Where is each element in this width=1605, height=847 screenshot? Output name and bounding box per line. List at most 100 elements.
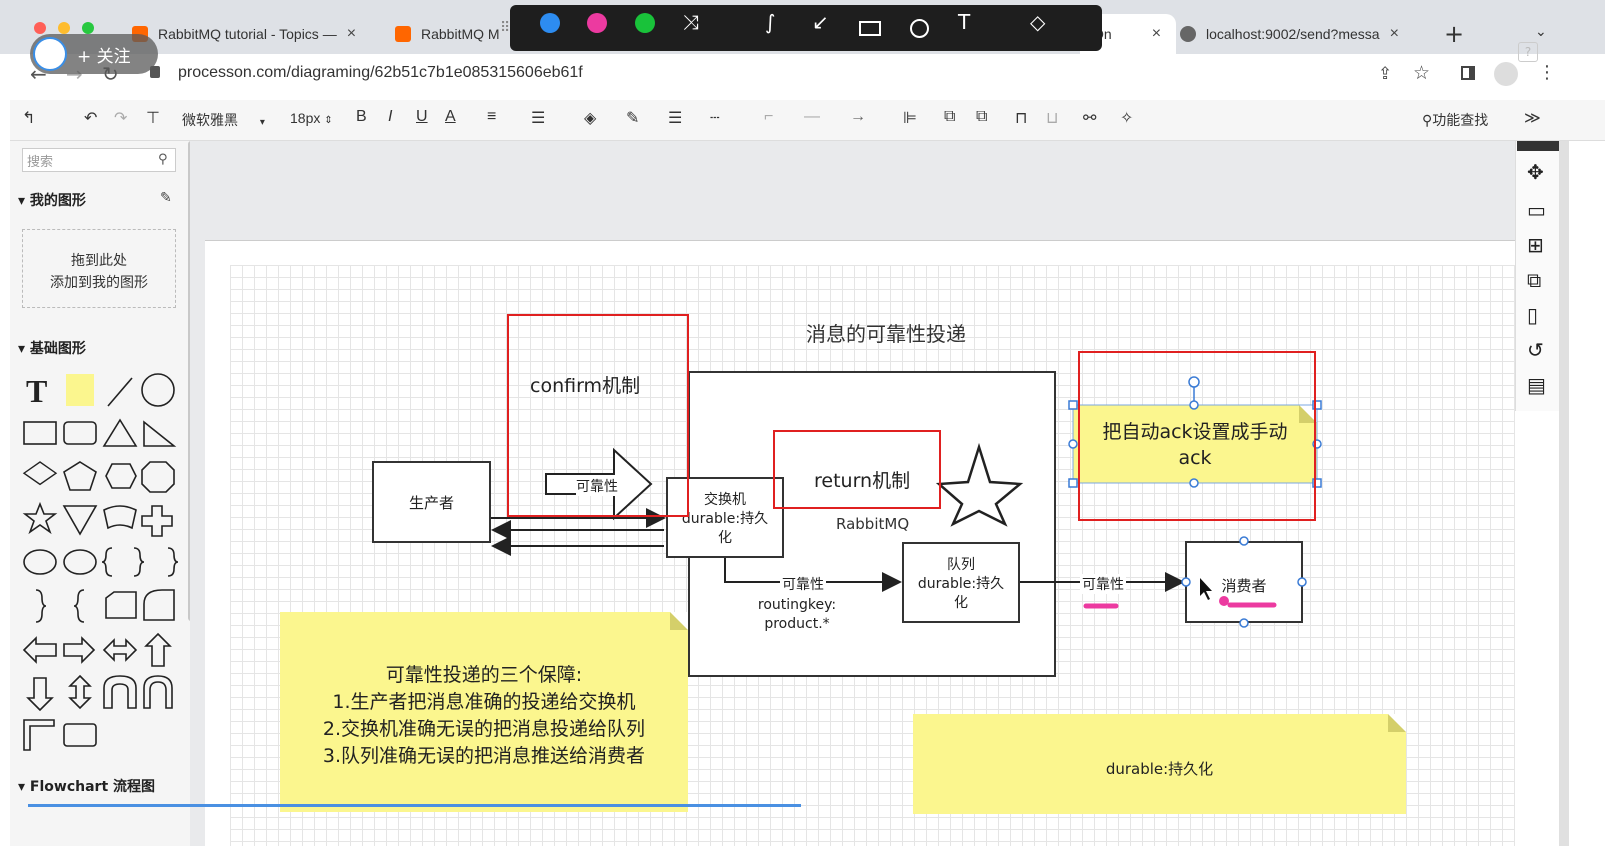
navigator-icon[interactable]: ✥ (1527, 160, 1544, 184)
arch-shape[interactable] (143, 675, 173, 709)
inverted-triangle-shape[interactable] (62, 505, 98, 536)
line-type-icon[interactable]: — (804, 108, 820, 126)
history-icon[interactable]: ↺ (1527, 338, 1544, 362)
window-minimize-button[interactable] (58, 22, 70, 34)
video-progress-bar[interactable] (28, 804, 801, 807)
left-arrow-shape[interactable] (22, 636, 57, 664)
bracket-right-shape[interactable] (35, 589, 47, 623)
flowchart-header[interactable]: ▾ Flowchart 流程图 (18, 776, 155, 796)
brace-pair-shape[interactable] (133, 547, 145, 577)
tab-rabbitmq-tutorial[interactable]: RabbitMQ tutorial - Topics — × (132, 14, 377, 54)
confirm-highlight-box[interactable] (507, 314, 689, 517)
font-family-select[interactable]: 微软雅黑 ▾ (182, 110, 265, 130)
diamond-shape[interactable] (22, 461, 58, 486)
summary-sticky-note[interactable]: 可靠性投递的三个保障: 1.生产者把消息准确的投递给交换机 2.交换机准确无误的… (280, 612, 688, 812)
browser-menu-icon[interactable]: ⋮ (1538, 62, 1556, 83)
collapse-toolbar-icon[interactable]: ≫ (1524, 108, 1541, 128)
line-color-icon[interactable]: ✎ (626, 108, 639, 128)
close-tab-icon[interactable]: × (347, 25, 356, 43)
fill-color-icon[interactable]: ◈ (584, 108, 596, 128)
updown-arrow-shape[interactable] (68, 674, 92, 710)
close-tab-icon[interactable]: × (1152, 25, 1161, 43)
lock-shape-icon[interactable]: ⊓ (1015, 108, 1027, 128)
rectangle-tool-icon[interactable] (859, 21, 881, 36)
right-triangle-shape[interactable] (143, 420, 177, 447)
button-shape[interactable] (63, 723, 97, 747)
shape-search-input[interactable]: 搜索 (22, 148, 176, 172)
color-green-button[interactable] (635, 13, 655, 33)
card-shape[interactable] (105, 591, 137, 619)
brace-right-shape[interactable] (167, 547, 179, 577)
delay-shape[interactable] (143, 589, 175, 621)
unlock-shape-icon[interactable]: ⊔ (1046, 108, 1058, 128)
help-icon[interactable]: ? (1518, 42, 1538, 62)
down-arrow-shape[interactable] (26, 677, 54, 712)
arrow-end-icon[interactable]: → (850, 108, 866, 126)
close-tab-icon[interactable]: × (1390, 25, 1399, 43)
rectangle-shape[interactable] (23, 421, 57, 445)
document-icon[interactable]: ▯ (1527, 303, 1538, 327)
my-shapes-header[interactable]: ▾ 我的图形 (18, 190, 86, 210)
text-shape[interactable]: T (26, 373, 47, 409)
profile-avatar[interactable] (1494, 62, 1518, 86)
up-arrow-shape[interactable] (144, 632, 172, 667)
window-zoom-button[interactable] (82, 22, 94, 34)
format-painter-icon[interactable]: ⊤ (146, 108, 160, 128)
bracket-left-shape[interactable] (73, 589, 85, 623)
pen-line-icon[interactable]: ∫ (765, 10, 775, 34)
callout-shape[interactable] (63, 549, 97, 575)
font-size-select[interactable]: 18px ⇕ (290, 110, 333, 126)
cross-shape[interactable] (141, 505, 173, 537)
pentagon-shape[interactable] (63, 461, 97, 491)
italic-button[interactable]: I (388, 108, 392, 126)
triangle-shape[interactable] (102, 418, 138, 447)
url-field[interactable]: processon.com/diagraming/62b51c7b1e08531… (178, 64, 583, 82)
new-tab-button[interactable]: + (1444, 20, 1464, 48)
feature-search-button[interactable]: ⚲功能查找 (1422, 110, 1488, 130)
circle-shape[interactable] (141, 373, 175, 407)
line-style-icon[interactable]: ┄ (710, 108, 720, 128)
canvas-scrollbar[interactable] (1559, 141, 1569, 846)
link-icon[interactable]: ⚯ (1083, 108, 1096, 128)
eraser-icon[interactable]: ◇ (1030, 10, 1045, 34)
arrow-tool-icon[interactable]: ↙ (812, 10, 829, 34)
back-home-icon[interactable]: ↰ (22, 108, 35, 128)
drag-handle-icon[interactable]: ⠿ (500, 20, 510, 36)
durable-sticky-note[interactable]: durable:持久化 (913, 714, 1406, 814)
share-icon[interactable]: ⇪ (1378, 64, 1392, 84)
star-shape[interactable] (22, 501, 58, 535)
brace-left-shape[interactable] (101, 547, 113, 577)
connector-type-icon[interactable]: ⌐ (764, 108, 773, 126)
sticky-note-shape[interactable] (66, 374, 94, 406)
color-pink-button[interactable] (587, 13, 607, 33)
formula-icon[interactable]: ▭ (1527, 198, 1546, 222)
side-panel-icon[interactable] (1461, 66, 1475, 80)
line-width-icon[interactable]: ☰ (668, 108, 682, 128)
banner-shape[interactable] (103, 505, 137, 530)
ack-highlight-box[interactable] (1078, 351, 1316, 521)
shuffle-icon[interactable]: ⤨ (683, 10, 699, 34)
tab-search-chevron-icon[interactable]: ⌄ (1535, 24, 1547, 40)
producer-box[interactable]: 生产者 (372, 461, 491, 543)
cloud-shape[interactable] (23, 549, 57, 575)
rounded-rectangle-shape[interactable] (63, 421, 97, 445)
list-icon[interactable]: ☰ (531, 108, 545, 128)
tab-localhost[interactable]: localhost:9002/send?messa × (1180, 14, 1425, 54)
font-color-button[interactable]: A (445, 108, 456, 126)
diagram-title[interactable]: 消息的可靠性投递 (806, 318, 966, 347)
window-close-button[interactable] (34, 22, 46, 34)
queue-box[interactable]: 队列 durable:持久 化 (902, 542, 1020, 623)
align-icon[interactable]: ≡ (487, 108, 496, 126)
tab-rabbitmq-m[interactable]: RabbitMQ M (395, 14, 505, 54)
send-back-icon[interactable]: ⧉ (976, 108, 987, 126)
underline-button[interactable]: U (416, 108, 428, 126)
arrow-shape[interactable] (107, 377, 133, 407)
my-shapes-dropzone[interactable]: 拖到此处 添加到我的图形 (22, 229, 176, 308)
search-icon[interactable]: ⚲ (158, 152, 168, 167)
color-blue-button[interactable] (540, 13, 560, 33)
double-arrow-shape[interactable] (102, 638, 138, 662)
edit-icon[interactable]: ✎ (160, 190, 172, 206)
bookmark-star-icon[interactable]: ☆ (1413, 62, 1430, 84)
right-arrow-shape[interactable] (63, 636, 96, 664)
text-tool-icon[interactable]: T (958, 10, 970, 34)
